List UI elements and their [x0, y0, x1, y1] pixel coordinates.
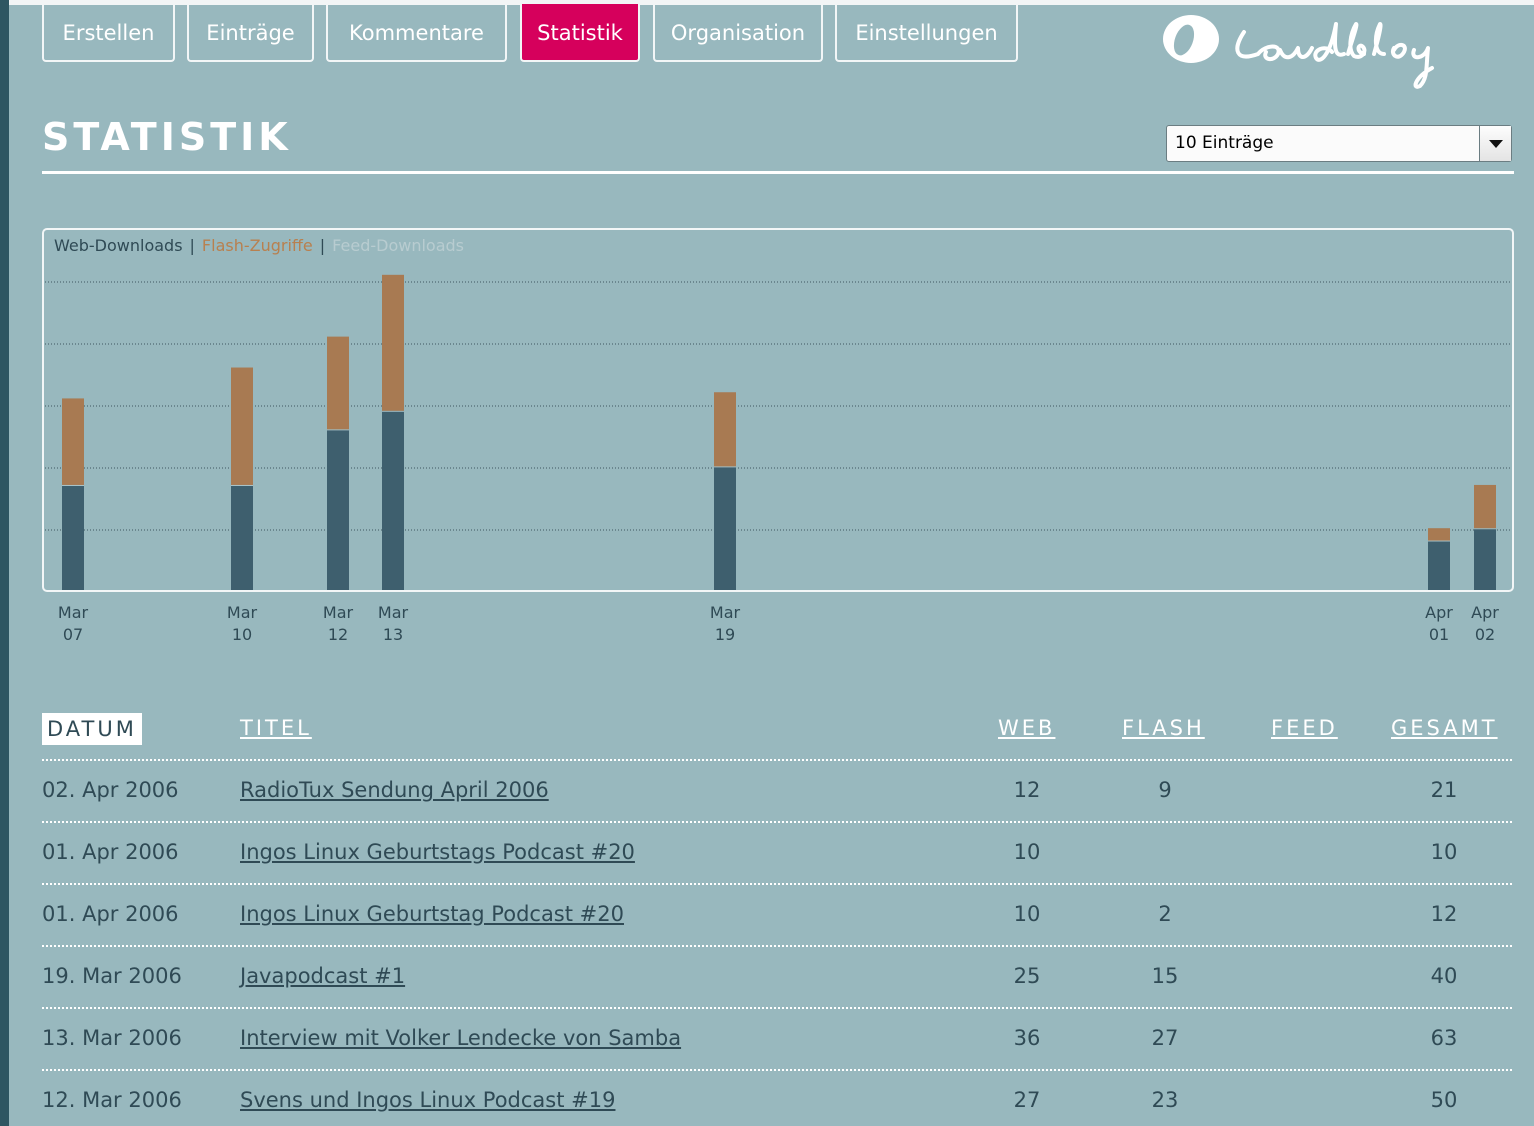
- bar-web-downloads: [382, 410, 404, 590]
- cell-total: 10: [1430, 840, 1458, 864]
- x-tick-label-month: Mar: [58, 603, 89, 622]
- row-divider: [42, 1007, 1512, 1009]
- row-divider: [42, 821, 1512, 823]
- column-header-datum[interactable]: DATUM: [42, 713, 142, 745]
- bar-flash-zugriffe: [62, 398, 84, 485]
- x-tick-label-day: 13: [383, 625, 403, 644]
- bar-web-downloads: [714, 466, 736, 590]
- x-tick-label-day: 19: [715, 625, 735, 644]
- x-tick-label-month: Apr: [1425, 603, 1453, 622]
- cell-date: 02. Apr 2006: [42, 778, 179, 802]
- cell-date: 13. Mar 2006: [42, 1026, 182, 1050]
- column-header-gesamt[interactable]: GESAMT: [1391, 716, 1498, 740]
- cell-web: 27: [1013, 1088, 1041, 1112]
- row-divider: [42, 883, 1512, 885]
- bar-flash-zugriffe: [714, 392, 736, 467]
- episode-link[interactable]: Javapodcast #1: [240, 964, 405, 988]
- x-tick-label-day: 01: [1429, 625, 1449, 644]
- cell-web: 36: [1013, 1026, 1041, 1050]
- downloads-chart: Mar 07 Mar 10 Mar 12 Mar 13 Mar 19 Apr 01 Apr 02: [45, 274, 1511, 644]
- x-tick-label-month: Mar: [378, 603, 409, 622]
- cell-flash: 27: [1151, 1026, 1179, 1050]
- x-tick-label-day: 02: [1475, 625, 1495, 644]
- cell-flash: 15: [1151, 964, 1179, 988]
- column-header-flash[interactable]: FLASH: [1122, 716, 1205, 740]
- column-header-web[interactable]: WEB: [998, 716, 1055, 740]
- cell-total: 63: [1430, 1026, 1458, 1050]
- x-tick-label-day: 10: [232, 625, 252, 644]
- cell-date: 01. Apr 2006: [42, 840, 179, 864]
- column-header-titel[interactable]: TITEL: [240, 716, 312, 740]
- episode-link[interactable]: RadioTux Sendung April 2006: [240, 778, 549, 802]
- bar-web-downloads: [327, 429, 349, 590]
- episode-link[interactable]: Ingos Linux Geburtstag Podcast #20: [240, 902, 624, 926]
- x-tick-label-month: Apr: [1471, 603, 1499, 622]
- episode-link[interactable]: Svens und Ingos Linux Podcast #19: [240, 1088, 615, 1112]
- row-divider: [42, 759, 1512, 761]
- x-tick-label-day: 12: [328, 625, 348, 644]
- bar-web-downloads: [62, 484, 84, 590]
- cell-total: 21: [1430, 778, 1458, 802]
- x-tick-label-day: 07: [63, 625, 83, 644]
- cell-web: 10: [1013, 902, 1041, 926]
- episode-link[interactable]: Ingos Linux Geburtstags Podcast #20: [240, 840, 635, 864]
- cell-date: 12. Mar 2006: [42, 1088, 182, 1112]
- bar-flash-zugriffe: [1474, 484, 1496, 529]
- cell-web: 12: [1013, 778, 1041, 802]
- column-header-feed[interactable]: FEED: [1271, 716, 1338, 740]
- cell-flash: 9: [1158, 778, 1172, 802]
- cell-flash: 2: [1158, 902, 1172, 926]
- row-divider: [42, 945, 1512, 947]
- episode-link[interactable]: Interview mit Volker Lendecke von Samba: [240, 1026, 681, 1050]
- cell-date: 01. Apr 2006: [42, 902, 179, 926]
- x-tick-label-month: Mar: [323, 603, 354, 622]
- bar-flash-zugriffe: [231, 367, 253, 485]
- bar-flash-zugriffe: [382, 274, 404, 411]
- bar-web-downloads: [231, 484, 253, 590]
- cell-total: 40: [1430, 964, 1458, 988]
- cell-web: 25: [1013, 964, 1041, 988]
- bar-flash-zugriffe: [327, 336, 349, 430]
- cell-total: 50: [1430, 1088, 1458, 1112]
- cell-flash: 23: [1151, 1088, 1179, 1112]
- cell-total: 12: [1430, 902, 1458, 926]
- cell-web: 10: [1013, 840, 1041, 864]
- cell-date: 19. Mar 2006: [42, 964, 182, 988]
- bar-flash-zugriffe: [1428, 528, 1450, 541]
- x-tick-label-month: Mar: [227, 603, 258, 622]
- x-tick-label-month: Mar: [710, 603, 741, 622]
- bar-web-downloads: [1474, 528, 1496, 590]
- bar-web-downloads: [1428, 540, 1450, 590]
- row-divider: [42, 1069, 1512, 1071]
